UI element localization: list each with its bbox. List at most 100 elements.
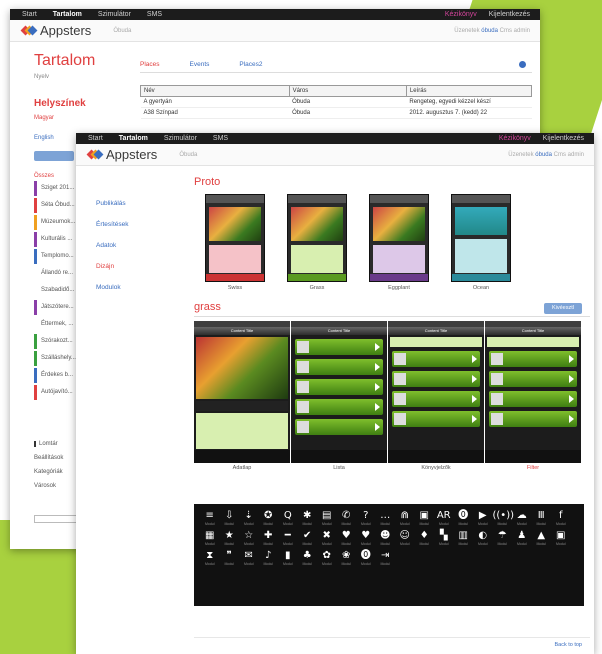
module-icon[interactable]: ♟ Modul [512,530,532,550]
tab-events[interactable]: Events [190,61,210,68]
table-row[interactable]: A38 Színpad Óbuda 2012. augusztus 7. (ke… [140,107,532,119]
user-info: Üzenetek óbuda Cms admin [454,27,530,34]
module-icon[interactable]: ★ Modul [220,530,240,550]
theme-eggplant[interactable]: Eggplant [358,194,440,291]
module-icon[interactable]: ☺ Modul [395,530,415,550]
module-caption: Modul [341,562,352,566]
nav-start[interactable]: Start [88,135,103,142]
module-icon[interactable]: ⋒ Modul [395,510,415,530]
screen-lista[interactable]: Content Title [291,321,387,463]
new-place-button[interactable] [34,151,74,161]
nav-kijelentkezes[interactable]: Kijelentkezés [543,135,584,142]
table-row[interactable]: A gyertyán Óbuda Rengeteg, egyedi kézzel… [140,96,532,108]
nav-tartalom[interactable]: Tartalom [119,135,148,142]
column-filter-nev[interactable]: Név [140,85,290,97]
column-filter-leiras[interactable]: Leírás [405,85,533,97]
tab-places[interactable]: Places [140,61,160,68]
module-icon[interactable]: ▥ Modul [454,530,474,550]
module-icon[interactable]: ♥ Modul [356,530,376,550]
link-kategoriak[interactable]: Kategóriák [34,469,63,475]
module-icon[interactable]: ☻ Modul [376,530,396,550]
nav-szimulator[interactable]: Szimulátor [98,11,131,18]
module-icon[interactable]: ☆ Modul [239,530,259,550]
nav-kijelentkezes[interactable]: Kijelentkezés [489,11,530,18]
module-icon[interactable]: ▤ Modul [317,510,337,530]
screen-adatlap[interactable]: Content Title [194,321,290,463]
menu-dizajn[interactable]: Dizájn [96,263,184,270]
module-icon[interactable]: ☂ Modul [493,530,513,550]
module-icon[interactable]: Q Modul [278,510,298,530]
theme-ocean[interactable]: Ocean [440,194,522,291]
menu-publikalas[interactable]: Publikálás [96,200,184,207]
module-icon[interactable]: ✉ Modul [239,550,259,570]
back-to-top-link[interactable]: Back to top [554,642,582,648]
lang-magyar[interactable]: Magyar [34,115,128,121]
appsters-logo[interactable]: Appsters [20,23,92,38]
link-lomtar[interactable]: Lomtár [34,441,63,447]
appsters-logo[interactable]: Appsters [86,147,157,162]
module-icon[interactable]: f Modul [551,510,571,530]
link-beallitasok[interactable]: Beállítások [34,455,63,461]
screen-konyvjelzok[interactable]: Content Title [388,321,484,463]
grass-select-button[interactable]: Kivéesztl [544,303,582,314]
screen-filter[interactable]: Content Title [485,321,581,463]
module-icon[interactable]: ≡ Modul [200,510,220,530]
nav-tartalom[interactable]: Tartalom [53,11,82,18]
module-icon[interactable]: ⇩ Modul [220,510,240,530]
module-icon[interactable]: … Modul [376,510,396,530]
module-icon[interactable]: ✿ Modul [317,550,337,570]
module-icon[interactable]: ♥ Modul [337,530,357,550]
nav-kezikonyv[interactable]: Kézikönyv [499,135,531,142]
menu-adatok[interactable]: Adatok [96,242,184,249]
module-glyph-icon: ★ [224,530,234,541]
module-icon[interactable]: ▮ Modul [278,550,298,570]
module-icon[interactable]: ((•)) Modul [493,510,515,530]
module-caption: Modul [516,542,527,546]
module-icon[interactable]: ▲ Modul [532,530,552,550]
module-icon[interactable]: ❞ Modul [220,550,240,570]
module-icon[interactable]: ? Modul [356,510,376,530]
module-icon[interactable]: ♣ Modul [298,550,318,570]
theme-swiss[interactable]: Swiss [194,194,276,291]
module-icon[interactable]: ♪ Modul [259,550,279,570]
module-icon[interactable]: ⧗ Modul [200,550,220,570]
module-icon[interactable]: ▦ Modul [200,530,220,550]
module-icon[interactable]: ✆ Modul [337,510,357,530]
nav-kezikonyv[interactable]: Kézikönyv [445,11,477,18]
module-icon[interactable]: ✱ Modul [298,510,318,530]
module-caption: Modul [360,542,371,546]
module-icon[interactable]: ❀ Modul [337,550,357,570]
module-icon[interactable]: ▶ Modul [473,510,493,530]
module-icon[interactable]: ▣ Modul [415,510,435,530]
module-icon[interactable]: ♦ Modul [415,530,435,550]
module-icon[interactable]: ✔ Modul [298,530,318,550]
module-icon[interactable]: ▣ Modul [551,530,571,550]
link-varosok[interactable]: Városok [34,483,63,489]
logo-text: Appsters [40,23,92,38]
module-icon[interactable]: AR Modul [434,510,454,530]
nav-start[interactable]: Start [22,11,37,18]
module-icon[interactable]: ✪ Modul [259,510,279,530]
module-icon[interactable]: ☁ Modul [512,510,532,530]
module-icon[interactable]: ▚ Modul [434,530,454,550]
module-icon[interactable]: ⇥ Modul [376,550,396,570]
module-icon[interactable]: ⓿ Modul [454,510,474,530]
nav-sms[interactable]: SMS [147,11,162,18]
nav-sms[interactable]: SMS [213,135,228,142]
module-icon[interactable]: ━ Modul [278,530,298,550]
module-icon[interactable]: ✖ Modul [317,530,337,550]
nav-szimulator[interactable]: Szimulátor [164,135,197,142]
back-bottom-links: Lomtár Beállítások Kategóriák Városok [34,433,63,489]
theme-grass[interactable]: Grass [276,194,358,291]
menu-ertesitesek[interactable]: Értesítések [96,221,184,228]
module-icon[interactable]: ⇣ Modul [239,510,259,530]
column-filter-varos[interactable]: Város [288,85,407,97]
module-icon[interactable]: ◐ Modul [473,530,493,550]
module-icon[interactable]: ⓿ Modul [356,550,376,570]
menu-modulok[interactable]: Modulok [96,284,184,291]
module-caption: Modul [360,522,371,526]
gear-icon[interactable] [519,61,526,68]
module-icon[interactable]: Ⅲ Modul [532,510,552,530]
module-icon[interactable]: ✚ Modul [259,530,279,550]
tab-places2[interactable]: Places2 [239,61,262,68]
